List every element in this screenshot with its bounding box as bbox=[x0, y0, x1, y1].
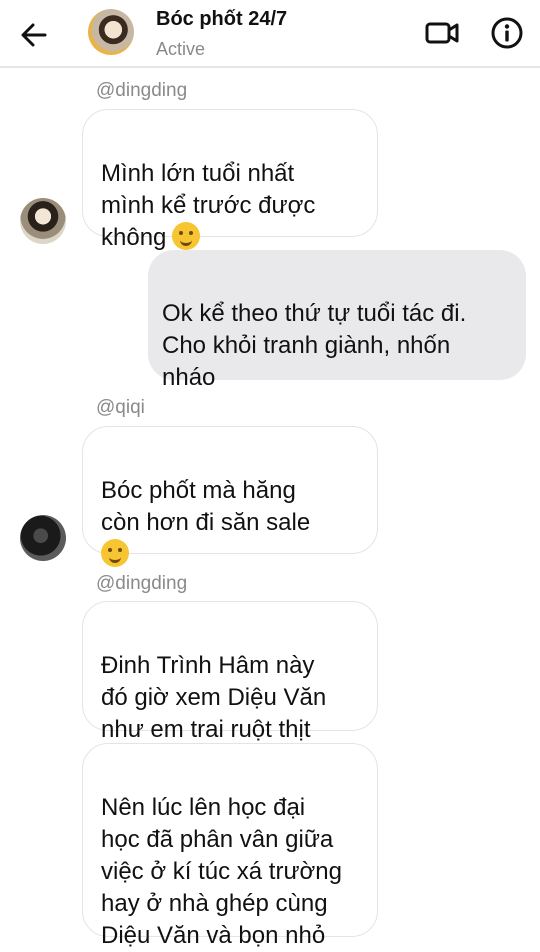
group-avatar[interactable] bbox=[88, 9, 134, 55]
message-text: Đinh Trình Hâm này đó giờ xem Diệu Văn n… bbox=[101, 652, 327, 743]
back-arrow-icon[interactable] bbox=[18, 20, 50, 50]
avatar[interactable] bbox=[20, 515, 66, 561]
chat-header: Bóc phốt 24/7 Active bbox=[0, 0, 540, 68]
sender-name: @qiqi bbox=[96, 397, 145, 418]
video-camera-icon[interactable] bbox=[424, 16, 462, 50]
sender-name: @dingding bbox=[96, 80, 188, 101]
message-bubble[interactable]: Đinh Trình Hâm này đó giờ xem Diệu Văn n… bbox=[82, 601, 378, 743]
active-status: Active bbox=[156, 39, 206, 59]
message-text: Mình lớn tuổi nhất mình kể trước được kh… bbox=[101, 160, 316, 251]
chat-title[interactable]: Bóc phốt 24/7 bbox=[156, 8, 287, 31]
info-icon[interactable] bbox=[490, 16, 524, 50]
smiling-face-with-tear-emoji-icon bbox=[172, 222, 201, 250]
message-text: Ok kể theo thứ tự tuổi tác đi. Cho khỏi … bbox=[162, 300, 467, 391]
message-text: Bóc phốt mà hăng còn hơn đi săn sale bbox=[101, 477, 311, 536]
message-bubble[interactable]: Mình lớn tuổi nhất mình kể trước được kh… bbox=[82, 109, 378, 251]
message-bubble[interactable]: Nên lúc lên học đại học đã phân vân giữa… bbox=[82, 743, 378, 949]
message-bubble-outgoing[interactable]: Ok kể theo thứ tự tuổi tác đi. Cho khỏi … bbox=[148, 250, 526, 391]
message-text: Nên lúc lên học đại học đã phân vân giữa… bbox=[101, 794, 342, 949]
message-bubble[interactable]: Bóc phốt mà hăng còn hơn đi săn sale bbox=[82, 426, 378, 567]
avatar[interactable] bbox=[20, 198, 66, 244]
sender-name: @dingding bbox=[96, 573, 188, 594]
face-with-tears-of-joy-emoji-icon bbox=[101, 539, 129, 567]
